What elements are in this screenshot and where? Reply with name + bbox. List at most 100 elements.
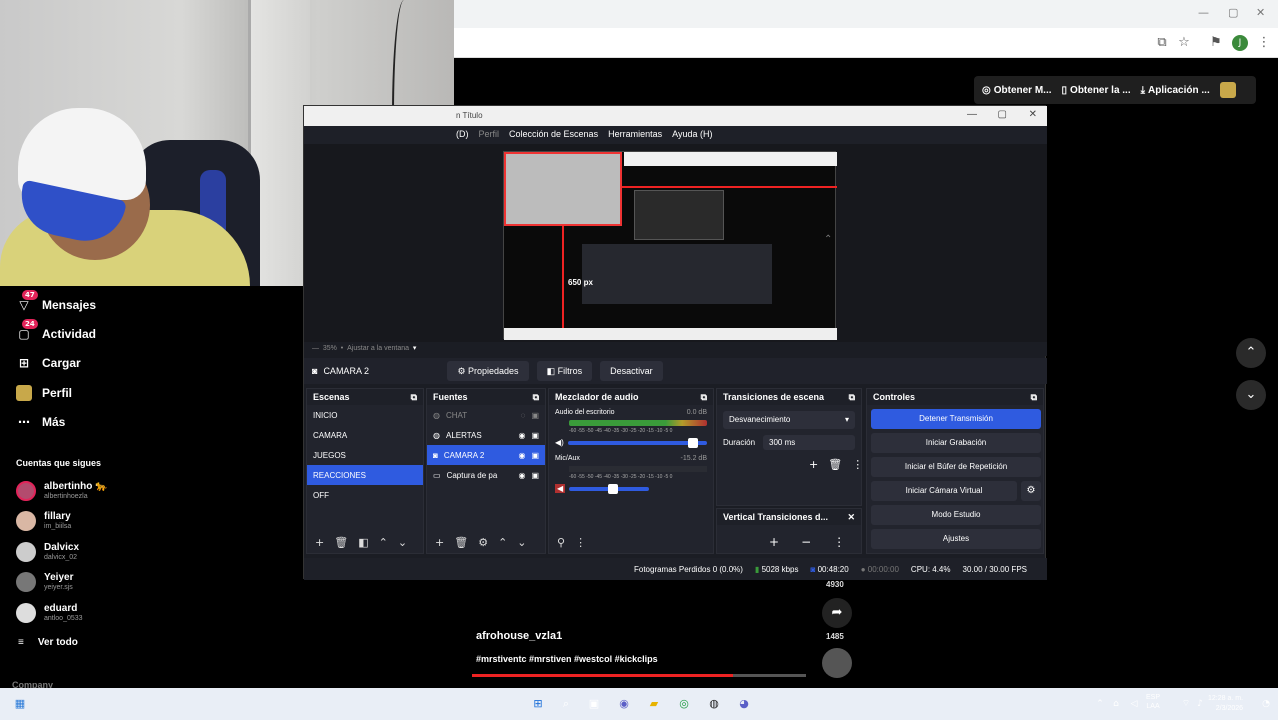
volume-slider[interactable]	[569, 483, 650, 494]
mute-icon[interactable]: ◀	[555, 484, 566, 493]
nav-activity[interactable]: ▢ 24 Actividad	[16, 319, 96, 345]
following-item[interactable]: Yeiyer yeiyer.sjs	[16, 568, 73, 596]
add-icon[interactable]: +	[769, 535, 779, 549]
start-recording-button[interactable]: Iniciar Grabación	[871, 433, 1041, 453]
get-mobile-link[interactable]: ◎ Obtener M...	[982, 85, 1052, 96]
file-explorer-icon[interactable]: ▰	[644, 694, 664, 714]
nav-messages[interactable]: ▽ 47 Mensajes	[16, 290, 96, 316]
maximize-button[interactable]: ▢	[1228, 6, 1238, 19]
dock-float-icon[interactable]: ⧉	[411, 392, 417, 402]
dock-float-icon[interactable]: ⧉	[533, 392, 539, 402]
install-icon[interactable]: ⧉	[1154, 35, 1170, 51]
menu-item[interactable]: (D)	[456, 129, 469, 144]
replay-buffer-button[interactable]: Iniciar el Búfer de Repetición	[871, 457, 1041, 477]
share-button[interactable]: ➦	[822, 598, 852, 628]
filters-button[interactable]: ◧ Filtros	[536, 361, 593, 381]
link-icon[interactable]: ⚲	[557, 536, 565, 549]
obs-preview[interactable]: 650 px ⌃	[304, 144, 1047, 342]
chevron-down-icon[interactable]: ⌄	[398, 536, 407, 549]
lock-icon[interactable]: ▣	[531, 411, 539, 420]
filter-icon[interactable]: ◧	[358, 536, 368, 549]
scroll-down-button[interactable]: ⌄	[1236, 380, 1266, 410]
speaker-icon[interactable]: ◀)	[555, 438, 564, 447]
source-item[interactable]: ◍ ALERTAS ◉ ▣	[427, 425, 545, 445]
eye-hidden-icon[interactable]: ◌	[521, 411, 526, 420]
add-icon[interactable]: +	[435, 536, 444, 549]
nav-upload[interactable]: ⊞ Cargar	[16, 352, 81, 374]
nav-more[interactable]: ⋯ Más	[16, 411, 65, 433]
obs-maximize-button[interactable]: ▢	[998, 109, 1007, 120]
close-button[interactable]: ✕	[1256, 6, 1265, 19]
more-icon[interactable]: ⋮	[852, 458, 863, 471]
nav-profile[interactable]: Perfil	[16, 382, 72, 404]
obs-minimize-button[interactable]: —	[967, 109, 977, 120]
lock-icon[interactable]: ▣	[531, 451, 539, 460]
sound-icon[interactable]: ◁	[1124, 694, 1144, 714]
notifications-icon[interactable]: ◔	[1256, 694, 1276, 714]
settings-button[interactable]: Ajustes	[871, 529, 1041, 549]
trash-icon[interactable]: 🗑	[828, 458, 842, 471]
remove-icon[interactable]: −	[801, 535, 811, 549]
language-indicator[interactable]: ESP LAA	[1146, 693, 1160, 711]
app-download-link[interactable]: ⤓ Aplicación ...	[1141, 85, 1210, 96]
chevron-up-icon[interactable]: ⌃	[498, 536, 507, 549]
stream-username[interactable]: afrohouse_vzla1	[476, 630, 562, 642]
scene-item[interactable]: JUEGOS	[307, 445, 423, 465]
preview-canvas[interactable]: 650 px	[503, 151, 837, 340]
chevron-down-icon[interactable]: ⌄	[517, 536, 526, 549]
scene-item-selected[interactable]: REACCIONES	[307, 465, 423, 485]
streamer-avatar[interactable]	[822, 648, 852, 678]
obs-icon[interactable]: ◍	[704, 694, 724, 714]
add-icon[interactable]: +	[809, 458, 818, 471]
source-item-selected[interactable]: ◙ CAMARA 2 ◉ ▣	[427, 445, 545, 465]
menu-item[interactable]: Herramientas	[608, 129, 662, 144]
following-item[interactable]: fillary im_biilsa	[16, 507, 71, 535]
chevron-up-icon[interactable]: ⌃	[379, 536, 388, 549]
scene-item[interactable]: INICIO	[307, 405, 423, 425]
deactivate-button[interactable]: Desactivar	[600, 361, 663, 381]
extensions-icon[interactable]: ⚑	[1208, 35, 1224, 51]
browser-menu-icon[interactable]: ⋮	[1256, 35, 1272, 51]
menu-item[interactable]: Ayuda (H)	[672, 129, 712, 144]
trash-icon[interactable]: 🗑	[454, 536, 468, 549]
search-icon[interactable]: ⌕	[556, 694, 576, 714]
get-app-link[interactable]: ▯ Obtener la ...	[1062, 85, 1131, 96]
more-icon[interactable]: ⋮	[575, 536, 586, 549]
source-item[interactable]: ◍ CHAT ◌ ▣	[427, 405, 545, 425]
discord-icon[interactable]: ◕	[734, 694, 754, 714]
bookmark-star-icon[interactable]: ☆	[1176, 35, 1192, 51]
virtual-camera-button[interactable]: Iniciar Cámara Virtual	[871, 481, 1017, 501]
task-view-icon[interactable]: ▣	[584, 694, 604, 714]
zoom-minus-icon[interactable]: —	[312, 345, 319, 352]
chrome-icon[interactable]: ◎	[674, 694, 694, 714]
gift-icon[interactable]	[1219, 82, 1236, 98]
dock-float-icon[interactable]: ⧉	[849, 392, 855, 402]
transition-select[interactable]: Desvanecimiento ▾	[723, 411, 855, 429]
widgets-icon[interactable]: ▦	[10, 694, 30, 714]
lock-icon[interactable]: ▣	[531, 431, 539, 440]
properties-button[interactable]: ⚙ Propiedades	[447, 361, 529, 381]
following-item[interactable]: Dalvicx dalvicx_02	[16, 538, 79, 566]
see-all-link[interactable]: ≡ Ver todo	[18, 637, 78, 648]
minimize-button[interactable]: —	[1198, 6, 1209, 19]
studio-mode-button[interactable]: Modo Estudio	[871, 505, 1041, 525]
menu-item[interactable]: Perfil	[479, 129, 500, 144]
menu-item[interactable]: Colección de Escenas	[509, 129, 598, 144]
gear-icon[interactable]: ⚙	[478, 536, 488, 549]
clock[interactable]: 12:28 a. m. 2/3/2026	[1208, 694, 1243, 714]
fit-window-select[interactable]: Ajustar a la ventana	[347, 345, 409, 352]
close-icon[interactable]: ✕	[847, 512, 855, 522]
profile-avatar[interactable]: J	[1232, 35, 1248, 51]
chat-icon[interactable]: ◉	[614, 694, 634, 714]
scroll-up-button[interactable]: ⌃	[1236, 338, 1266, 368]
volume-icon[interactable]: ♪	[1190, 694, 1210, 714]
dock-float-icon[interactable]: ⧉	[1031, 392, 1037, 402]
eye-icon[interactable]: ◉	[518, 431, 525, 440]
stream-hashtags[interactable]: #mrstiventc #mrstiven #westcol #kickclip…	[476, 654, 658, 664]
add-icon[interactable]: +	[315, 536, 324, 549]
eye-icon[interactable]: ◉	[518, 451, 525, 460]
lock-icon[interactable]: ▣	[531, 471, 539, 480]
duration-input[interactable]: 300 ms	[763, 435, 855, 450]
obs-close-button[interactable]: ✕	[1029, 109, 1037, 120]
scene-item[interactable]: CAMARA	[307, 425, 423, 445]
